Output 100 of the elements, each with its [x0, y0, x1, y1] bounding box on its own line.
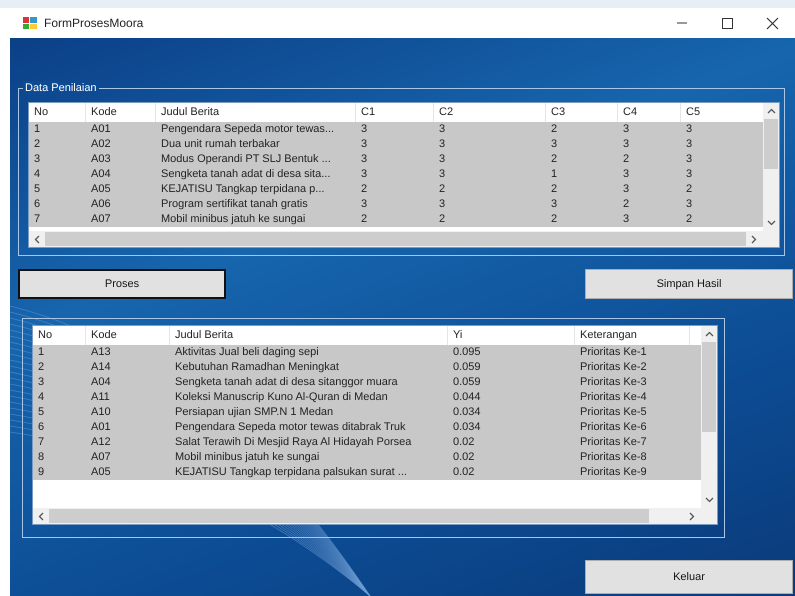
table-cell-text: 0.059	[452, 360, 482, 375]
table-cell-text: A12	[90, 435, 112, 450]
table-cell-text: 3	[685, 197, 694, 212]
table-cell-text: A14	[90, 360, 112, 375]
table-cell-text: 4	[37, 390, 46, 405]
table-cell-text: A03	[90, 152, 112, 167]
table-cell-text: 1	[550, 167, 558, 182]
table-cell-text: 2	[360, 182, 368, 197]
table-cell-text: 3	[33, 152, 42, 167]
table-cell-text: 3	[685, 152, 694, 167]
table-cell-text: Prioritas Ke-2	[579, 360, 648, 375]
table-cell-text: 7	[37, 435, 46, 450]
table-cell-text: 3	[685, 167, 694, 182]
table-cell-text: Sengketa tanah adat di desa sitanggor muara	[174, 375, 399, 390]
table-cell-text: 2	[360, 212, 368, 227]
table-cell-text: 3	[622, 122, 630, 137]
vertical-scrollbar[interactable]	[763, 103, 779, 231]
table-cell-text: A10	[90, 405, 112, 420]
table-cell-text: Mobil minibus jatuh ke sungai	[174, 450, 320, 465]
table-cell-text: Pengendara Sepeda motor tewas...	[160, 122, 336, 137]
table-cell-text: A04	[90, 375, 112, 390]
table-cell-text: 7	[33, 212, 42, 227]
scroll-left-icon	[34, 234, 40, 244]
table-cell-text: A01	[90, 420, 112, 435]
button[interactable]: Proses	[18, 269, 226, 299]
table-cell-text: 9	[37, 465, 46, 480]
table-cell-text: 2	[550, 212, 558, 227]
table-cell-text: 3	[438, 137, 446, 152]
table-cell-text: 0.044	[452, 390, 482, 405]
scroll-right-icon	[689, 512, 695, 520]
table-cell-text: A11	[90, 390, 111, 405]
window-title: FormProsesMoora	[44, 15, 144, 32]
table-cell-text: Dua unit rumah terbakar	[160, 137, 281, 152]
table-cell-text: Kebutuhan Ramadhan Meningkat	[174, 360, 340, 375]
maximize-icon[interactable]	[721, 16, 734, 30]
table-cell-text: Prioritas Ke-8	[579, 450, 648, 465]
table-cell-text: 2	[685, 182, 694, 197]
table-cell-text: 3	[360, 197, 368, 212]
table-cell-text: KEJATISU Tangkap terpidana p...	[160, 182, 326, 197]
table-cell-text: A01	[90, 122, 112, 137]
table-cell-text: 3	[360, 137, 368, 152]
table-cell-text: 2	[33, 137, 42, 152]
table-cell-text: 8	[37, 450, 46, 465]
table-cell-text: Prioritas Ke-3	[579, 375, 648, 390]
table-cell-text: 3	[438, 152, 446, 167]
table-cell-text: Modus Operandi PT SLJ Bentuk ...	[160, 152, 332, 167]
table-cell-text: 2	[550, 152, 558, 167]
horizontal-scrollbar[interactable]	[29, 231, 779, 247]
table-cell-text: Prioritas Ke-9	[579, 465, 648, 480]
table-cell-text: 2	[37, 360, 46, 375]
scroll-up-icon	[704, 331, 714, 337]
table-cell-text: 2	[685, 212, 694, 227]
table-cell-text: 0.02	[452, 465, 476, 480]
table-cell-text: 2	[438, 182, 446, 197]
scroll-down-icon	[766, 220, 776, 226]
table-cell-text: 0.02	[452, 450, 476, 465]
horizontal-scrollbar[interactable]	[33, 508, 717, 524]
table-cell-text: 3	[550, 197, 558, 212]
table-cell-text: Prioritas Ke-1	[579, 345, 648, 360]
table-cell-text: 3	[622, 182, 630, 197]
table-cell-text: 6	[37, 420, 46, 435]
table-cell-text: 3	[685, 137, 694, 152]
scroll-left-icon	[38, 512, 44, 520]
table-cell-text: A06	[90, 197, 112, 212]
group-title: Data Penilaian	[23, 81, 99, 95]
table-cell-text: A05	[90, 182, 112, 197]
scroll-right-icon	[751, 234, 757, 244]
table-cell-text: Pengendara Sepeda motor tewas ditabrak Truk	[174, 420, 407, 435]
table-cell-text: A05	[90, 465, 112, 480]
table-cell-text: 3	[438, 197, 446, 212]
table-cell-text: 3	[622, 212, 630, 227]
table-cell-text: 2	[550, 122, 558, 137]
table-cell-text: 3	[360, 122, 368, 137]
table-cell-text: 1	[37, 345, 46, 360]
table-cell-text: 3	[360, 167, 368, 182]
table-cell-text: 2	[550, 182, 558, 197]
table-cell-text: A04	[90, 167, 112, 182]
table-cell-text: 0.095	[452, 345, 482, 360]
table-cell-text: 5	[33, 182, 42, 197]
table-cell-text: Persiapan ujian SMP.N 1 Medan	[174, 405, 334, 420]
table-cell-text: 4	[33, 167, 42, 182]
table-cell-text: 3	[550, 137, 558, 152]
table-cell-text: 0.034	[452, 420, 482, 435]
table-cell-text: Aktivitas Jual beli daging sepi	[174, 345, 320, 360]
close-icon[interactable]	[766, 16, 779, 30]
table-cell-text: 1	[33, 122, 42, 137]
vertical-scrollbar[interactable]	[701, 326, 717, 508]
button[interactable]: Keluar	[585, 560, 793, 594]
table-cell-text: Program sertifikat tanah gratis	[160, 197, 309, 212]
table-cell-text: 0.059	[452, 375, 482, 390]
table-cell-text: 3	[360, 152, 368, 167]
button[interactable]: Simpan Hasil	[585, 269, 793, 299]
table-cell-text: 3	[37, 375, 46, 390]
table-cell-text: Prioritas Ke-6	[579, 420, 648, 435]
table-cell-text: Mobil minibus jatuh ke sungai	[160, 212, 306, 227]
table-cell-text: 2	[622, 152, 630, 167]
scroll-down-icon	[704, 497, 714, 503]
table-cell-text: KEJATISU Tangkap terpidana palsukan surat ...	[174, 465, 408, 480]
table-cell-text: 3	[622, 137, 630, 152]
table-cell-text: Sengketa tanah adat di desa sita...	[160, 167, 332, 182]
